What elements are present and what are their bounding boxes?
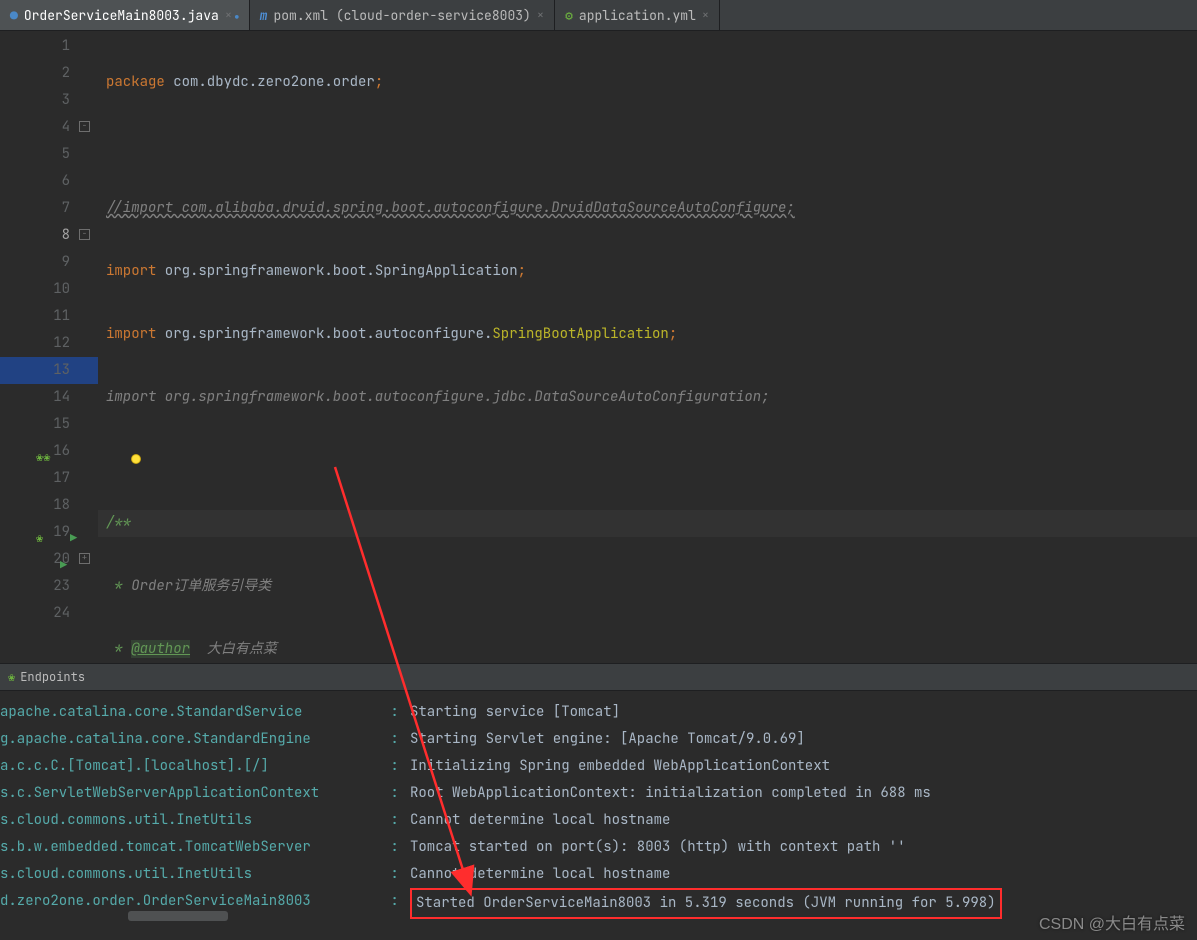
log-separator: : bbox=[382, 834, 410, 861]
watermark: CSDN @大白有点菜 bbox=[1039, 910, 1185, 934]
log-message: Started OrderServiceMain8003 in 5.319 se… bbox=[410, 888, 1002, 919]
spring-config-icon: ⚙ bbox=[565, 7, 573, 24]
code-area[interactable]: package com.dbydc.zero2one.order; //impo… bbox=[98, 31, 1197, 663]
console-output[interactable]: apache.catalina.core.StandardService : S… bbox=[0, 691, 1197, 921]
log-separator: : bbox=[382, 807, 410, 834]
gutter: 1 2 3 4- 5 6 7 8- 9 10 11 12 13 14 15 16… bbox=[0, 31, 98, 663]
doc-star: * bbox=[106, 640, 131, 658]
close-icon[interactable]: × bbox=[537, 7, 544, 23]
close-icon[interactable]: × bbox=[225, 7, 239, 23]
line-number: 4 bbox=[62, 118, 70, 136]
log-separator: : bbox=[382, 699, 410, 726]
log-row: apache.catalina.core.StandardService : S… bbox=[0, 699, 1197, 726]
import-class: SpringBootApplication bbox=[492, 325, 668, 343]
doc-comment: /** bbox=[106, 514, 131, 532]
editor-tab-bar: ● OrderServiceMain8003.java × m pom.xml … bbox=[0, 0, 1197, 31]
line-number: 24 bbox=[53, 604, 70, 622]
log-message: Starting Servlet engine: [Apache Tomcat/… bbox=[410, 726, 805, 753]
tab-label: pom.xml (cloud-order-service8003) bbox=[273, 7, 530, 24]
line-number: 12 bbox=[53, 334, 70, 352]
line-number: 8 bbox=[62, 226, 70, 244]
java-class-icon: ● bbox=[10, 7, 18, 24]
line-number: 13 bbox=[53, 361, 70, 379]
line-number: 14 bbox=[53, 388, 70, 406]
line-number: 15 bbox=[53, 415, 70, 433]
keyword: package bbox=[106, 73, 165, 91]
fold-icon[interactable]: - bbox=[79, 229, 90, 240]
log-separator: : bbox=[382, 726, 410, 753]
line-number: 6 bbox=[62, 172, 70, 190]
line-number: 11 bbox=[53, 307, 70, 325]
line-number: 1 bbox=[62, 37, 70, 55]
intention-bulb-icon[interactable] bbox=[131, 454, 141, 464]
log-row: s.c.ServletWebServerApplicationContext :… bbox=[0, 780, 1197, 807]
log-logger: s.cloud.commons.util.InetUtils bbox=[0, 807, 382, 834]
log-row: g.apache.catalina.core.StandardEngine : … bbox=[0, 726, 1197, 753]
tool-window-header: ❀ Endpoints bbox=[0, 663, 1197, 691]
endpoints-tab[interactable]: ❀ Endpoints bbox=[8, 669, 85, 685]
tab-orderservicemain[interactable]: ● OrderServiceMain8003.java × bbox=[0, 0, 250, 30]
log-message: Initializing Spring embedded WebApplicat… bbox=[410, 753, 830, 780]
log-logger: apache.catalina.core.StandardService bbox=[0, 699, 382, 726]
import-class: SpringApplication bbox=[375, 262, 518, 280]
log-separator: : bbox=[382, 753, 410, 780]
line-number: 9 bbox=[62, 253, 70, 271]
log-logger: g.apache.catalina.core.StandardEngine bbox=[0, 726, 382, 753]
log-logger: a.c.c.C.[Tomcat].[localhost].[/] bbox=[0, 753, 382, 780]
doc-tag: @author bbox=[131, 640, 190, 658]
log-logger: s.c.ServletWebServerApplicationContext bbox=[0, 780, 382, 807]
package-name: com.dbydc.zero2one.order bbox=[165, 73, 375, 91]
doc-star: * bbox=[106, 577, 131, 595]
log-message: Starting service [Tomcat] bbox=[410, 699, 620, 726]
line-number: 18 bbox=[53, 496, 70, 514]
code-editor: 1 2 3 4- 5 6 7 8- 9 10 11 12 13 14 15 16… bbox=[0, 31, 1197, 663]
tab-pomxml[interactable]: m pom.xml (cloud-order-service8003) × bbox=[250, 0, 555, 30]
log-row: s.b.w.embedded.tomcat.TomcatWebServer : … bbox=[0, 834, 1197, 861]
keyword: import bbox=[106, 325, 156, 343]
spring-icon: ❀ bbox=[8, 669, 15, 685]
line-number: 3 bbox=[62, 91, 70, 109]
log-logger: s.cloud.commons.util.InetUtils bbox=[0, 861, 382, 888]
doc-text: Order订单服务引导类 bbox=[131, 577, 271, 595]
log-message: Cannot determine local hostname bbox=[410, 861, 670, 888]
line-number: 7 bbox=[62, 199, 70, 217]
line-number: 10 bbox=[53, 280, 70, 298]
import-path: org.springframework.boot. bbox=[156, 262, 374, 280]
log-row: s.cloud.commons.util.InetUtils : Cannot … bbox=[0, 861, 1197, 888]
line-number: 5 bbox=[62, 145, 70, 163]
line-number: 19 bbox=[53, 523, 70, 541]
log-row: a.c.c.C.[Tomcat].[localhost].[/] : Initi… bbox=[0, 753, 1197, 780]
import-path: org.springframework.boot.autoconfigure.j… bbox=[156, 388, 769, 406]
log-row: s.cloud.commons.util.InetUtils : Cannot … bbox=[0, 807, 1197, 834]
tab-applicationyml[interactable]: ⚙ application.yml × bbox=[555, 0, 720, 30]
close-icon[interactable]: × bbox=[702, 7, 709, 23]
log-logger: s.b.w.embedded.tomcat.TomcatWebServer bbox=[0, 834, 382, 861]
commented-import: //import com.alibaba.druid.spring.boot.a… bbox=[106, 199, 795, 217]
doc-value: 大白有点菜 bbox=[190, 640, 277, 658]
log-separator: : bbox=[382, 780, 410, 807]
tab-label: OrderServiceMain8003.java bbox=[24, 7, 219, 24]
keyword: import bbox=[106, 388, 156, 406]
log-separator: : bbox=[382, 888, 410, 919]
tab-label: application.yml bbox=[579, 7, 696, 24]
tab-label: Endpoints bbox=[20, 669, 85, 685]
line-number: 17 bbox=[53, 469, 70, 487]
fold-icon[interactable]: - bbox=[79, 121, 90, 132]
log-message: Root WebApplicationContext: initializati… bbox=[410, 780, 931, 807]
keyword: import bbox=[106, 262, 156, 280]
import-path: org.springframework.boot.autoconfigure. bbox=[156, 325, 492, 343]
line-number: 2 bbox=[62, 64, 70, 82]
log-message: Tomcat started on port(s): 8003 (http) w… bbox=[410, 834, 906, 861]
log-separator: : bbox=[382, 861, 410, 888]
log-message: Cannot determine local hostname bbox=[410, 807, 670, 834]
line-number: 23 bbox=[53, 577, 70, 595]
line-number: 16 bbox=[53, 442, 70, 460]
horizontal-scrollbar-thumb[interactable] bbox=[128, 911, 228, 921]
maven-icon: m bbox=[260, 7, 268, 24]
fold-icon[interactable]: + bbox=[79, 553, 90, 564]
